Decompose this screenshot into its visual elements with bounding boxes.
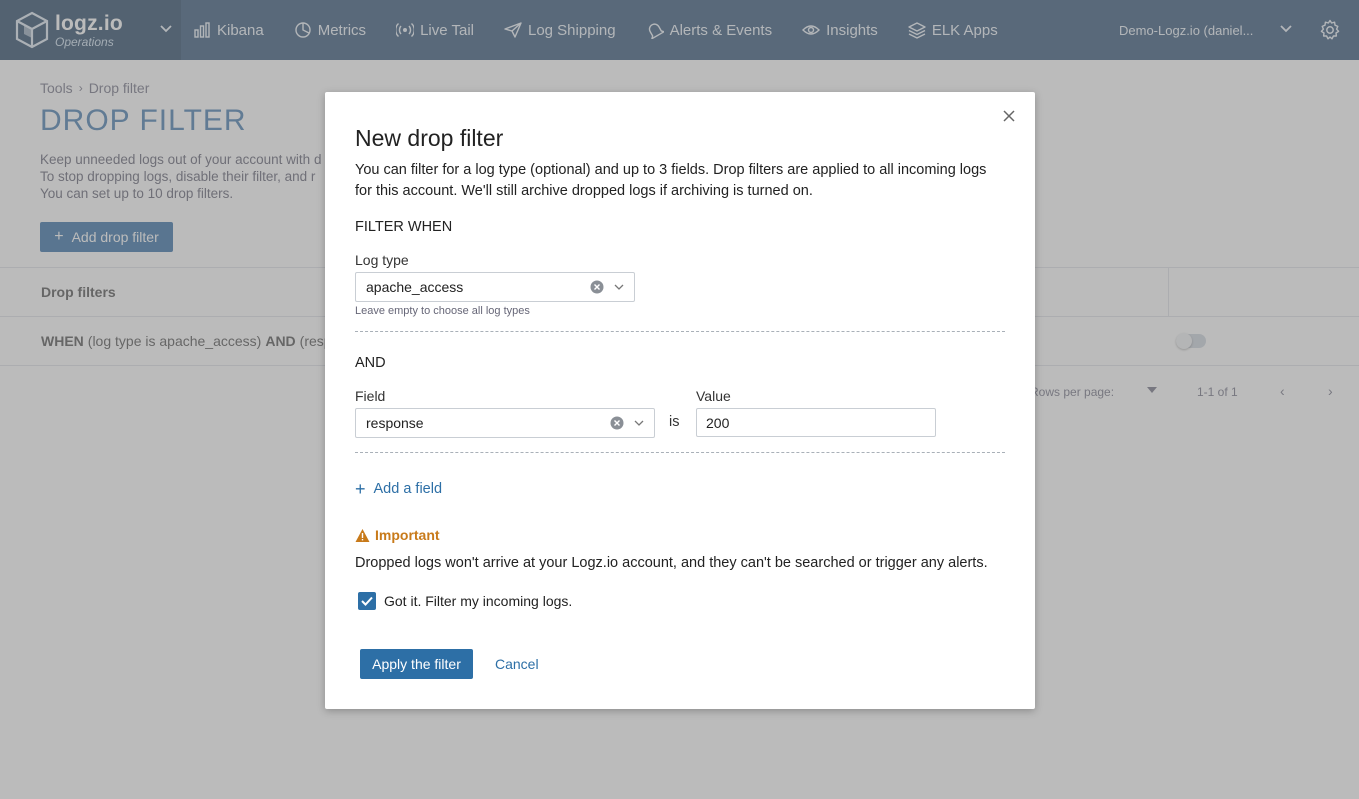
confirm-checkbox[interactable] [358,592,376,610]
important-label: Important [375,527,440,543]
is-operator: is [669,414,680,430]
clear-icon[interactable] [610,416,624,430]
field-value: response [366,415,424,431]
log-type-select[interactable]: apache_access [355,272,635,302]
log-type-value: apache_access [366,279,464,295]
apply-filter-button[interactable]: Apply the filter [360,649,473,679]
important-notice-heading: Important [355,527,440,543]
field-label: Field [355,388,386,404]
and-heading: AND [355,355,386,371]
close-icon[interactable] [1001,108,1017,124]
confirm-checkbox-label: Got it. Filter my incoming logs. [384,593,573,609]
dialog-title: New drop filter [355,125,504,151]
section-divider [355,452,1005,453]
warning-text: Dropped logs won't arrive at your Logz.i… [355,555,988,571]
chevron-down-icon [634,420,644,426]
value-input[interactable] [696,408,936,437]
new-drop-filter-dialog: New drop filter You can filter for a log… [325,92,1035,709]
checkmark-icon [361,596,373,606]
log-type-label: Log type [355,252,409,268]
clear-icon[interactable] [590,280,604,294]
value-label: Value [696,388,731,404]
cancel-button[interactable]: Cancel [495,656,539,672]
field-select[interactable]: response [355,408,655,438]
warning-icon [355,528,370,542]
chevron-down-icon [614,284,624,290]
log-type-hint: Leave empty to choose all log types [355,305,530,317]
add-field-link[interactable]: + Add a field [355,480,442,498]
add-field-label: Add a field [373,481,443,497]
filter-when-heading: FILTER WHEN [355,219,453,235]
dialog-description: You can filter for a log type (optional)… [355,162,987,199]
plus-icon: + [355,479,366,499]
section-divider [355,331,1005,332]
confirm-checkbox-row[interactable]: Got it. Filter my incoming logs. [358,592,572,610]
